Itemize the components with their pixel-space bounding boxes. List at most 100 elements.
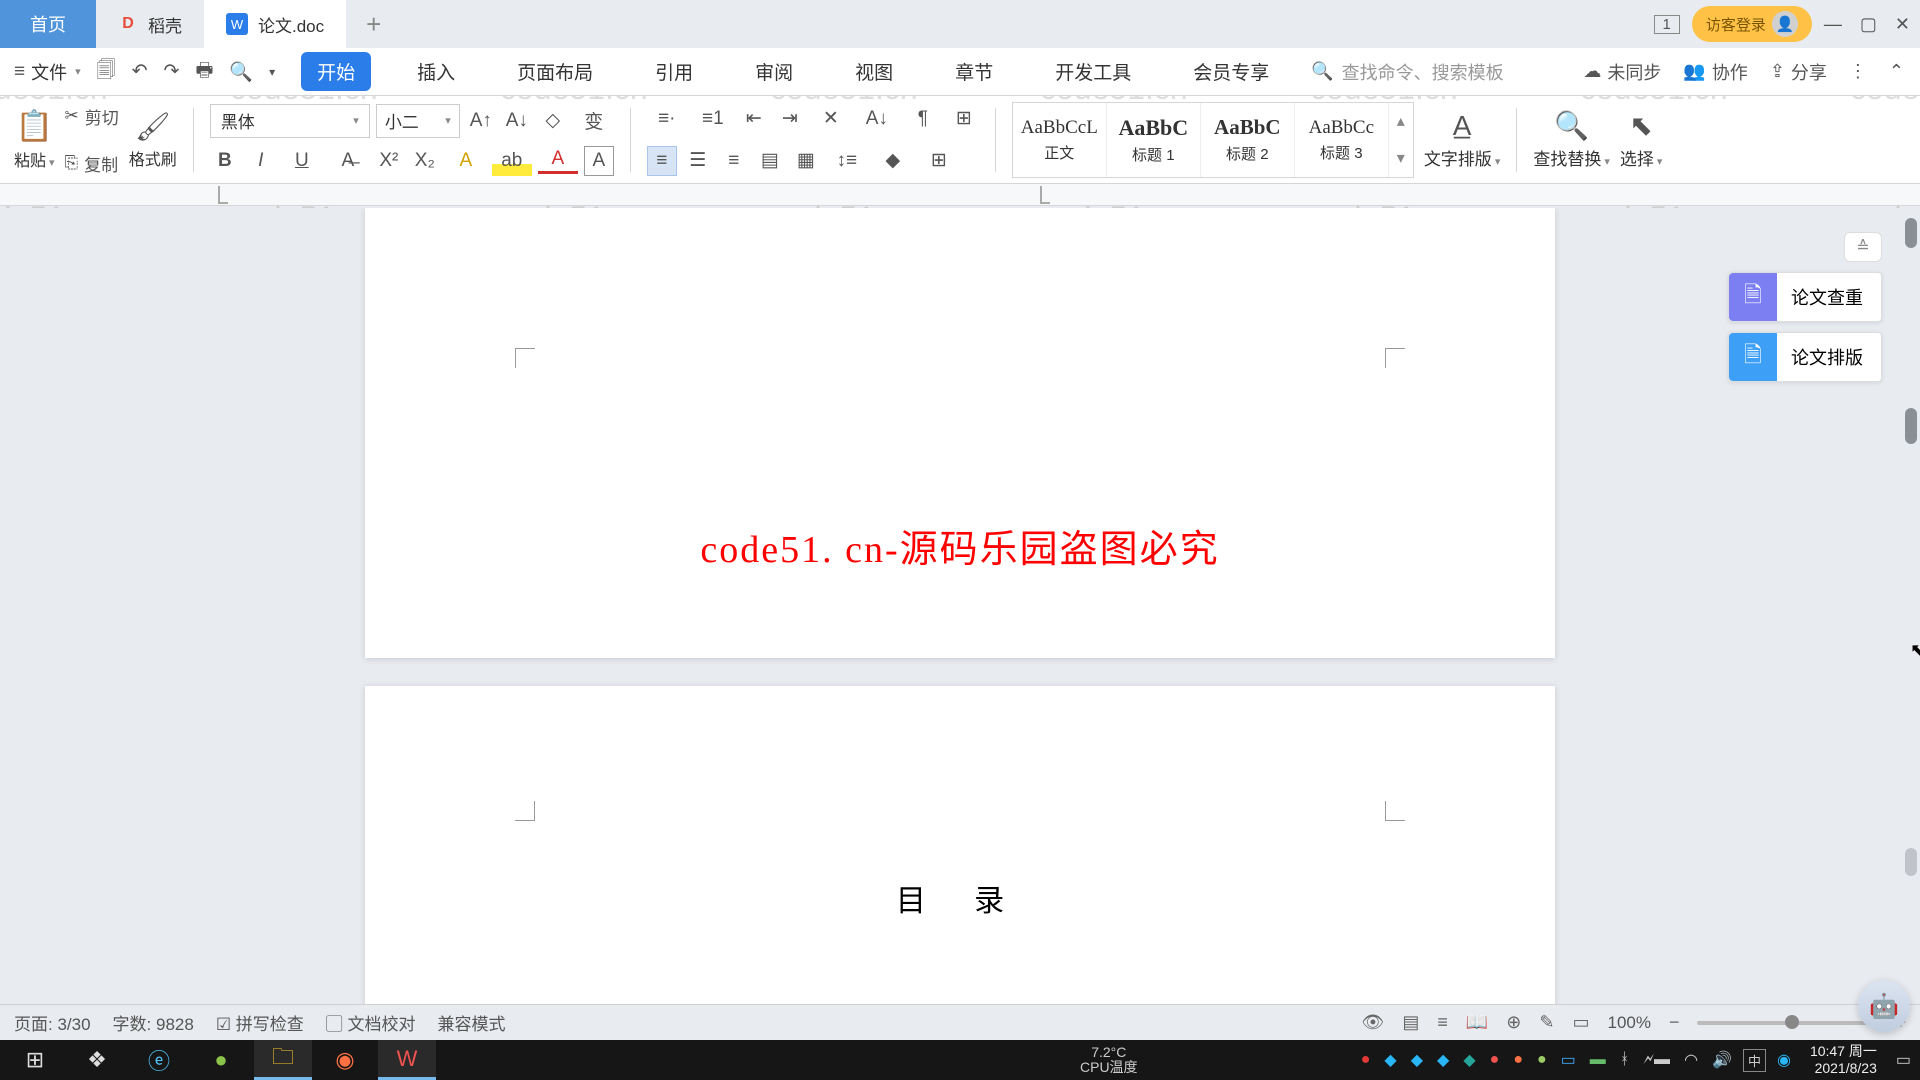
- save-icon[interactable]: 🗐: [97, 56, 116, 88]
- ruler[interactable]: [0, 184, 1920, 206]
- menu-vip[interactable]: 会员专享: [1177, 52, 1285, 91]
- menu-start[interactable]: 开始: [301, 52, 371, 91]
- text-layout-button[interactable]: A̲ 文字排版: [1424, 110, 1501, 170]
- side-panel-toggle[interactable]: ≙: [1844, 232, 1882, 262]
- text-effects-button[interactable]: A: [446, 146, 486, 176]
- tray-icon[interactable]: ●: [1358, 1051, 1374, 1069]
- zoom-knob[interactable]: [1785, 1015, 1799, 1029]
- task-ie[interactable]: ⓔ: [130, 1040, 188, 1080]
- ruler-right-margin[interactable]: [1040, 186, 1050, 204]
- style-heading3[interactable]: AaBbCc 标题 3: [1295, 103, 1389, 177]
- vertical-scrollbar[interactable]: [1902, 208, 1920, 1040]
- underline-button[interactable]: U: [282, 146, 322, 176]
- cut-button[interactable]: ✂剪切: [65, 104, 119, 129]
- proof-button[interactable]: ▢ 文档校对: [326, 1010, 416, 1035]
- collapse-ribbon-icon[interactable]: ⌃: [1889, 61, 1904, 82]
- wifi-icon[interactable]: ◠: [1681, 1050, 1701, 1070]
- paper-check-button[interactable]: 🗎 论文查重: [1728, 272, 1882, 322]
- zoom-slider[interactable]: [1697, 1021, 1877, 1025]
- sync-status[interactable]: ☁未同步: [1583, 59, 1661, 85]
- undo-icon[interactable]: ↶: [132, 60, 148, 83]
- shading-button[interactable]: ◆: [873, 146, 913, 176]
- italic-button[interactable]: I: [246, 146, 276, 176]
- share-button[interactable]: ⇪分享: [1770, 59, 1827, 85]
- start-button[interactable]: ⊞: [6, 1040, 64, 1080]
- clear-format-icon[interactable]: ◇: [538, 106, 568, 136]
- number-list-button[interactable]: ≡1: [693, 104, 733, 134]
- page-2[interactable]: 目 录: [365, 686, 1555, 1040]
- tab-daoke[interactable]: D 稻壳: [96, 0, 204, 48]
- sort-button[interactable]: A↓: [857, 104, 897, 134]
- styles-more-button[interactable]: ▴▾: [1389, 103, 1413, 177]
- battery-icon[interactable]: 🗲▬: [1640, 1051, 1673, 1069]
- subscript-button[interactable]: X₂: [410, 146, 440, 176]
- find-replace-button[interactable]: 🔍 查找替换: [1533, 109, 1610, 170]
- tray-icon[interactable]: ▬: [1587, 1051, 1609, 1069]
- task-browser[interactable]: ●: [192, 1040, 250, 1080]
- close-button[interactable]: ✕: [1895, 14, 1910, 35]
- tab-document[interactable]: W 论文.doc: [204, 0, 346, 48]
- style-heading2[interactable]: AaBbC 标题 2: [1201, 103, 1295, 177]
- menu-view[interactable]: 视图: [839, 52, 909, 91]
- tray-icon[interactable]: ●: [1487, 1051, 1503, 1069]
- char-border-button[interactable]: A: [584, 146, 614, 176]
- strikethrough-button[interactable]: A̶: [328, 146, 368, 176]
- command-search[interactable]: 🔍 查找命令、搜索模板: [1311, 59, 1503, 85]
- annotate-icon[interactable]: ✎: [1539, 1012, 1554, 1033]
- paper-layout-button[interactable]: 🗎 论文排版: [1728, 332, 1882, 382]
- print-icon[interactable]: 🖶: [195, 56, 213, 88]
- app-menu-icon[interactable]: ≡: [14, 61, 25, 83]
- font-family-select[interactable]: 黑体▾: [210, 104, 370, 138]
- tab-home[interactable]: 首页: [0, 0, 96, 48]
- task-explorer[interactable]: 🗀: [254, 1040, 312, 1080]
- tray-icon[interactable]: ◉: [1774, 1050, 1794, 1070]
- align-distribute-button[interactable]: ▦: [791, 146, 821, 176]
- toggle-marks-button[interactable]: ⊞: [949, 104, 979, 134]
- style-heading1[interactable]: AaBbC 标题 1: [1107, 103, 1201, 177]
- menu-reference[interactable]: 引用: [639, 52, 709, 91]
- select-button[interactable]: ⬉ 选择: [1620, 109, 1663, 170]
- scroll-thumb[interactable]: [1905, 408, 1917, 444]
- more-icon[interactable]: ⋮: [1849, 61, 1867, 82]
- tray-icon[interactable]: ▭: [1558, 1050, 1579, 1070]
- task-app-2[interactable]: ◉: [316, 1040, 374, 1080]
- increase-indent-button[interactable]: ⇥: [775, 104, 805, 134]
- phonetic-guide-icon[interactable]: 变: [574, 106, 614, 136]
- page-1[interactable]: code51. cn-源码乐园盗图必究: [365, 208, 1555, 658]
- reading-view-icon[interactable]: 📖: [1466, 1012, 1488, 1033]
- scroll-thumb[interactable]: [1905, 848, 1917, 876]
- grow-font-icon[interactable]: A↑: [466, 106, 496, 136]
- print-layout-icon[interactable]: ▤: [1402, 1012, 1419, 1033]
- minimize-button[interactable]: —: [1824, 14, 1842, 35]
- ruler-left-margin[interactable]: [218, 186, 228, 204]
- menu-review[interactable]: 审阅: [739, 52, 809, 91]
- zoom-out-button[interactable]: −: [1669, 1012, 1680, 1033]
- asian-layout-button[interactable]: ✕: [811, 104, 851, 134]
- maximize-button[interactable]: ▢: [1860, 14, 1877, 35]
- font-color-button[interactable]: A: [538, 147, 578, 174]
- task-app-1[interactable]: ❖: [68, 1040, 126, 1080]
- document-heading[interactable]: code51. cn-源码乐园盗图必究: [365, 518, 1555, 573]
- scroll-thumb[interactable]: [1905, 218, 1917, 248]
- format-brush-button[interactable]: 🖌 格式刷: [129, 110, 177, 170]
- outline-view-icon[interactable]: ≡: [1437, 1012, 1448, 1033]
- redo-icon[interactable]: ↷: [164, 60, 180, 83]
- tray-icon[interactable]: ●: [1534, 1051, 1550, 1069]
- bold-button[interactable]: B: [210, 146, 240, 176]
- file-menu[interactable]: 文件▾: [31, 59, 81, 85]
- tray-icon[interactable]: ◆: [1408, 1050, 1426, 1070]
- menu-chapter[interactable]: 章节: [939, 52, 1009, 91]
- spell-check-button[interactable]: ☑ 拼写检查: [216, 1010, 304, 1035]
- toc-title[interactable]: 目 录: [365, 876, 1555, 920]
- align-left-button[interactable]: ≡: [647, 146, 677, 176]
- menu-layout[interactable]: 页面布局: [501, 52, 609, 91]
- task-wps[interactable]: W: [378, 1040, 436, 1080]
- borders-button[interactable]: ⊞: [919, 146, 959, 176]
- font-size-select[interactable]: 小二▾: [376, 104, 460, 138]
- bluetooth-icon[interactable]: ᚼ: [1617, 1051, 1633, 1069]
- superscript-button[interactable]: X²: [374, 146, 404, 176]
- menu-dev[interactable]: 开发工具: [1039, 52, 1147, 91]
- add-tab-button[interactable]: +: [346, 9, 401, 40]
- ime-indicator[interactable]: 中: [1743, 1049, 1766, 1072]
- decrease-indent-button[interactable]: ⇤: [739, 104, 769, 134]
